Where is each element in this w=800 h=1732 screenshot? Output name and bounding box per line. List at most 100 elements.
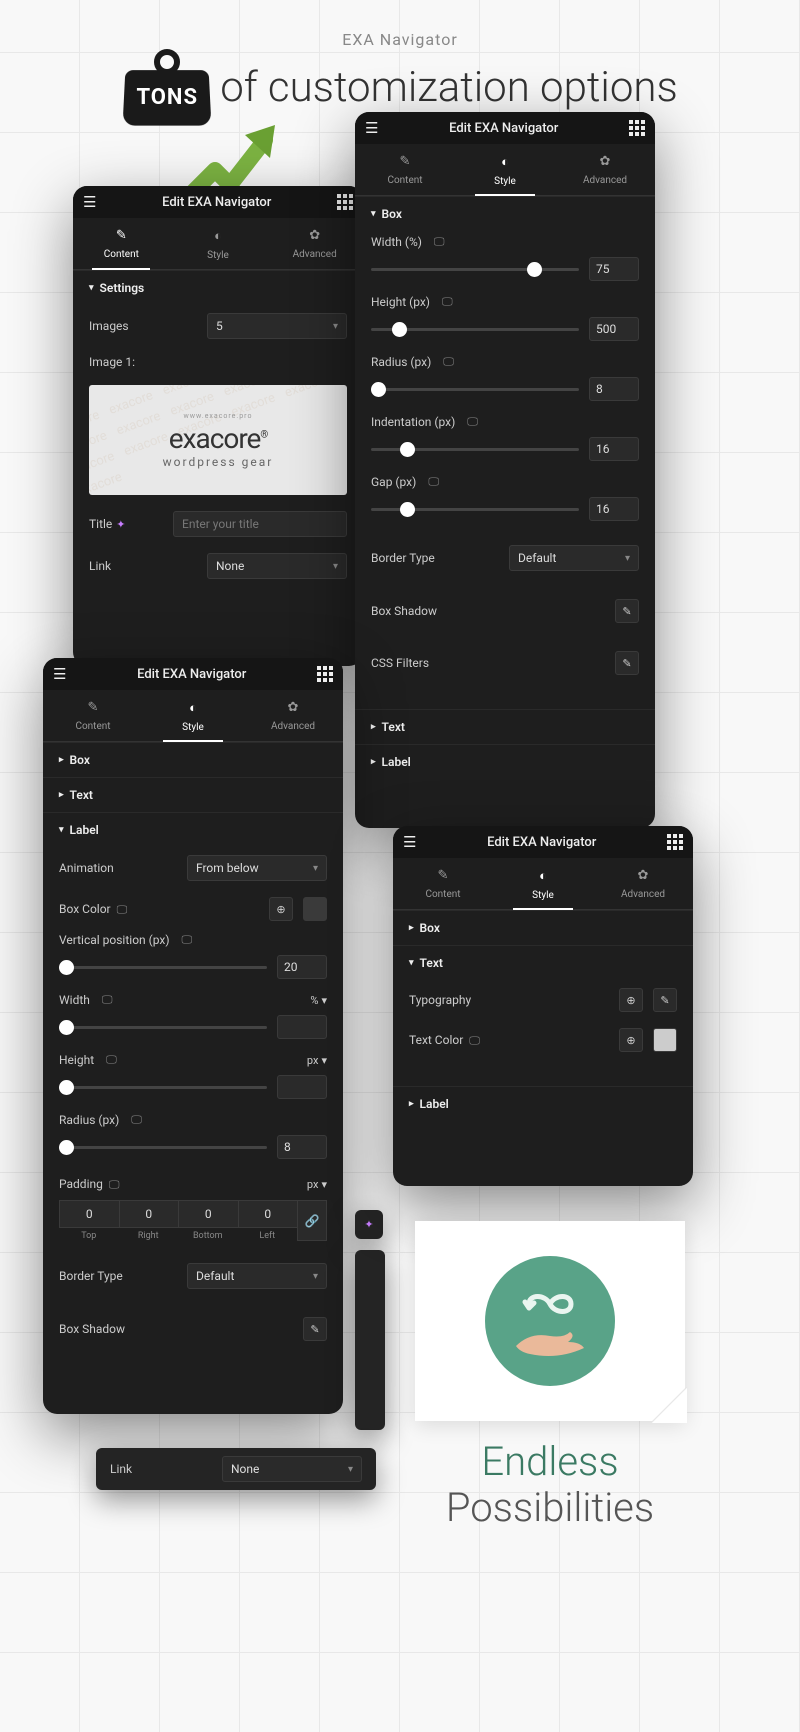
- responsive-icon[interactable]: 🖵: [467, 415, 478, 429]
- responsive-icon[interactable]: 🖵: [469, 1034, 480, 1047]
- border-type-select[interactable]: Default: [509, 545, 639, 571]
- apps-icon[interactable]: [337, 194, 353, 210]
- globe-icon[interactable]: ⊕: [619, 1028, 643, 1052]
- padding-top-input[interactable]: [59, 1200, 119, 1228]
- padding-bottom-input[interactable]: [178, 1200, 238, 1228]
- menu-icon[interactable]: ☰: [83, 193, 96, 211]
- padding-inputs: Top Right Bottom Left 🔗: [59, 1200, 327, 1241]
- color-swatch[interactable]: [653, 1028, 677, 1052]
- section-box[interactable]: ▸Box: [43, 742, 343, 777]
- images-select[interactable]: 5: [207, 313, 347, 339]
- width-input[interactable]: [277, 1015, 327, 1039]
- gap-slider[interactable]: [371, 508, 579, 511]
- section-label[interactable]: ▾Label: [43, 812, 343, 847]
- tab-content[interactable]: ✎Content: [393, 858, 493, 909]
- panel-style-text: ☰ Edit EXA Navigator ✎Content ◐Style ✿Ad…: [393, 826, 693, 1186]
- panel-style-box: ☰ Edit EXA Navigator ✎Content ◐Style ✿Ad…: [355, 112, 655, 828]
- responsive-icon[interactable]: 🖵: [117, 903, 128, 916]
- indent-slider[interactable]: [371, 448, 579, 451]
- animation-select[interactable]: From below: [187, 855, 327, 881]
- section-settings[interactable]: ▾Settings: [73, 270, 363, 305]
- edit-icon[interactable]: ✎: [615, 599, 639, 623]
- tab-advanced[interactable]: ✿Advanced: [243, 690, 343, 741]
- edit-icon[interactable]: ✎: [303, 1317, 327, 1341]
- responsive-icon[interactable]: 🖵: [442, 295, 453, 309]
- width-slider[interactable]: [371, 268, 579, 271]
- box-color-label: Box Color🖵: [59, 902, 259, 917]
- globe-icon[interactable]: ⊕: [619, 988, 643, 1012]
- menu-icon[interactable]: ☰: [53, 665, 66, 683]
- color-swatch[interactable]: [303, 897, 327, 921]
- menu-icon[interactable]: ☰: [403, 833, 416, 851]
- unit-toggle[interactable]: % ▾: [310, 994, 327, 1007]
- tab-advanced[interactable]: ✿Advanced: [266, 218, 363, 269]
- tons-weight-icon: TONS: [122, 49, 212, 125]
- section-text[interactable]: ▸Text: [43, 777, 343, 812]
- height-input[interactable]: [277, 1075, 327, 1099]
- edit-icon[interactable]: ✎: [653, 988, 677, 1012]
- radius-input[interactable]: [277, 1135, 327, 1159]
- image-preview[interactable]: exacore exacore exacore exacore exacore …: [89, 385, 347, 495]
- globe-icon[interactable]: ⊕: [269, 897, 293, 921]
- radius-slider[interactable]: [371, 388, 579, 391]
- radius-slider[interactable]: [59, 1146, 267, 1149]
- section-label[interactable]: ▸Label: [355, 744, 655, 779]
- unit-toggle[interactable]: px ▾: [307, 1054, 327, 1067]
- tab-content[interactable]: ✎Content: [73, 218, 170, 269]
- padding-left-input[interactable]: [238, 1200, 298, 1228]
- apps-icon[interactable]: [667, 834, 683, 850]
- height-input[interactable]: [589, 317, 639, 341]
- section-text[interactable]: ▾Text: [393, 945, 693, 980]
- section-box[interactable]: ▸Box: [393, 910, 693, 945]
- edit-icon[interactable]: ✎: [615, 651, 639, 675]
- vpos-input[interactable]: [277, 955, 327, 979]
- tab-advanced[interactable]: ✿Advanced: [555, 144, 655, 195]
- hero-title-text: of customization options: [220, 63, 678, 112]
- border-type-select[interactable]: Default: [187, 1263, 327, 1289]
- height-slider[interactable]: [371, 328, 579, 331]
- responsive-icon[interactable]: 🖵: [428, 475, 439, 489]
- responsive-icon[interactable]: 🖵: [434, 235, 445, 249]
- link-select[interactable]: None: [222, 1456, 362, 1482]
- padding-right-input[interactable]: [119, 1200, 179, 1228]
- width-label: Width (%): [371, 235, 422, 249]
- tab-style[interactable]: ◐Style: [143, 690, 243, 741]
- section-text[interactable]: ▸Text: [355, 709, 655, 744]
- height-slider[interactable]: [59, 1086, 267, 1089]
- height-label: Height (px): [371, 295, 430, 309]
- apps-icon[interactable]: [317, 666, 333, 682]
- panel-content: ☰ Edit EXA Navigator ✎Content ◐Style ✿Ad…: [73, 186, 363, 666]
- link-select[interactable]: None: [207, 553, 347, 579]
- unit-toggle[interactable]: px ▾: [307, 1178, 327, 1191]
- vpos-slider[interactable]: [59, 966, 267, 969]
- indent-input[interactable]: [589, 437, 639, 461]
- tab-advanced[interactable]: ✿Advanced: [593, 858, 693, 909]
- typography-label: Typography: [409, 993, 609, 1007]
- tab-style[interactable]: ◐Style: [170, 218, 267, 269]
- panel-title: Edit EXA Navigator: [487, 835, 596, 850]
- ai-sparkle-bg: ✦: [355, 1210, 383, 1239]
- tab-style[interactable]: ◐Style: [493, 858, 593, 909]
- responsive-icon[interactable]: 🖵: [106, 1053, 117, 1067]
- responsive-icon[interactable]: 🖵: [182, 933, 193, 947]
- responsive-icon[interactable]: 🖵: [443, 355, 454, 369]
- text-color-label: Text Color🖵: [409, 1033, 609, 1048]
- title-input[interactable]: [173, 511, 347, 537]
- radius-label: Radius (px): [371, 355, 431, 369]
- width-slider[interactable]: [59, 1026, 267, 1029]
- responsive-icon[interactable]: 🖵: [109, 1178, 120, 1191]
- section-label[interactable]: ▸Label: [393, 1086, 693, 1121]
- menu-icon[interactable]: ☰: [365, 119, 378, 137]
- radius-input[interactable]: [589, 377, 639, 401]
- tab-style[interactable]: ◐Style: [455, 144, 555, 195]
- responsive-icon[interactable]: 🖵: [102, 993, 113, 1007]
- section-box[interactable]: ▾Box: [355, 196, 655, 231]
- width-input[interactable]: [589, 257, 639, 281]
- responsive-icon[interactable]: 🖵: [131, 1113, 142, 1127]
- link-values-icon[interactable]: 🔗: [297, 1200, 327, 1241]
- hero-subtitle: EXA Navigator: [0, 30, 800, 49]
- gap-input[interactable]: [589, 497, 639, 521]
- tab-content[interactable]: ✎Content: [355, 144, 455, 195]
- apps-icon[interactable]: [629, 120, 645, 136]
- tab-content[interactable]: ✎Content: [43, 690, 143, 741]
